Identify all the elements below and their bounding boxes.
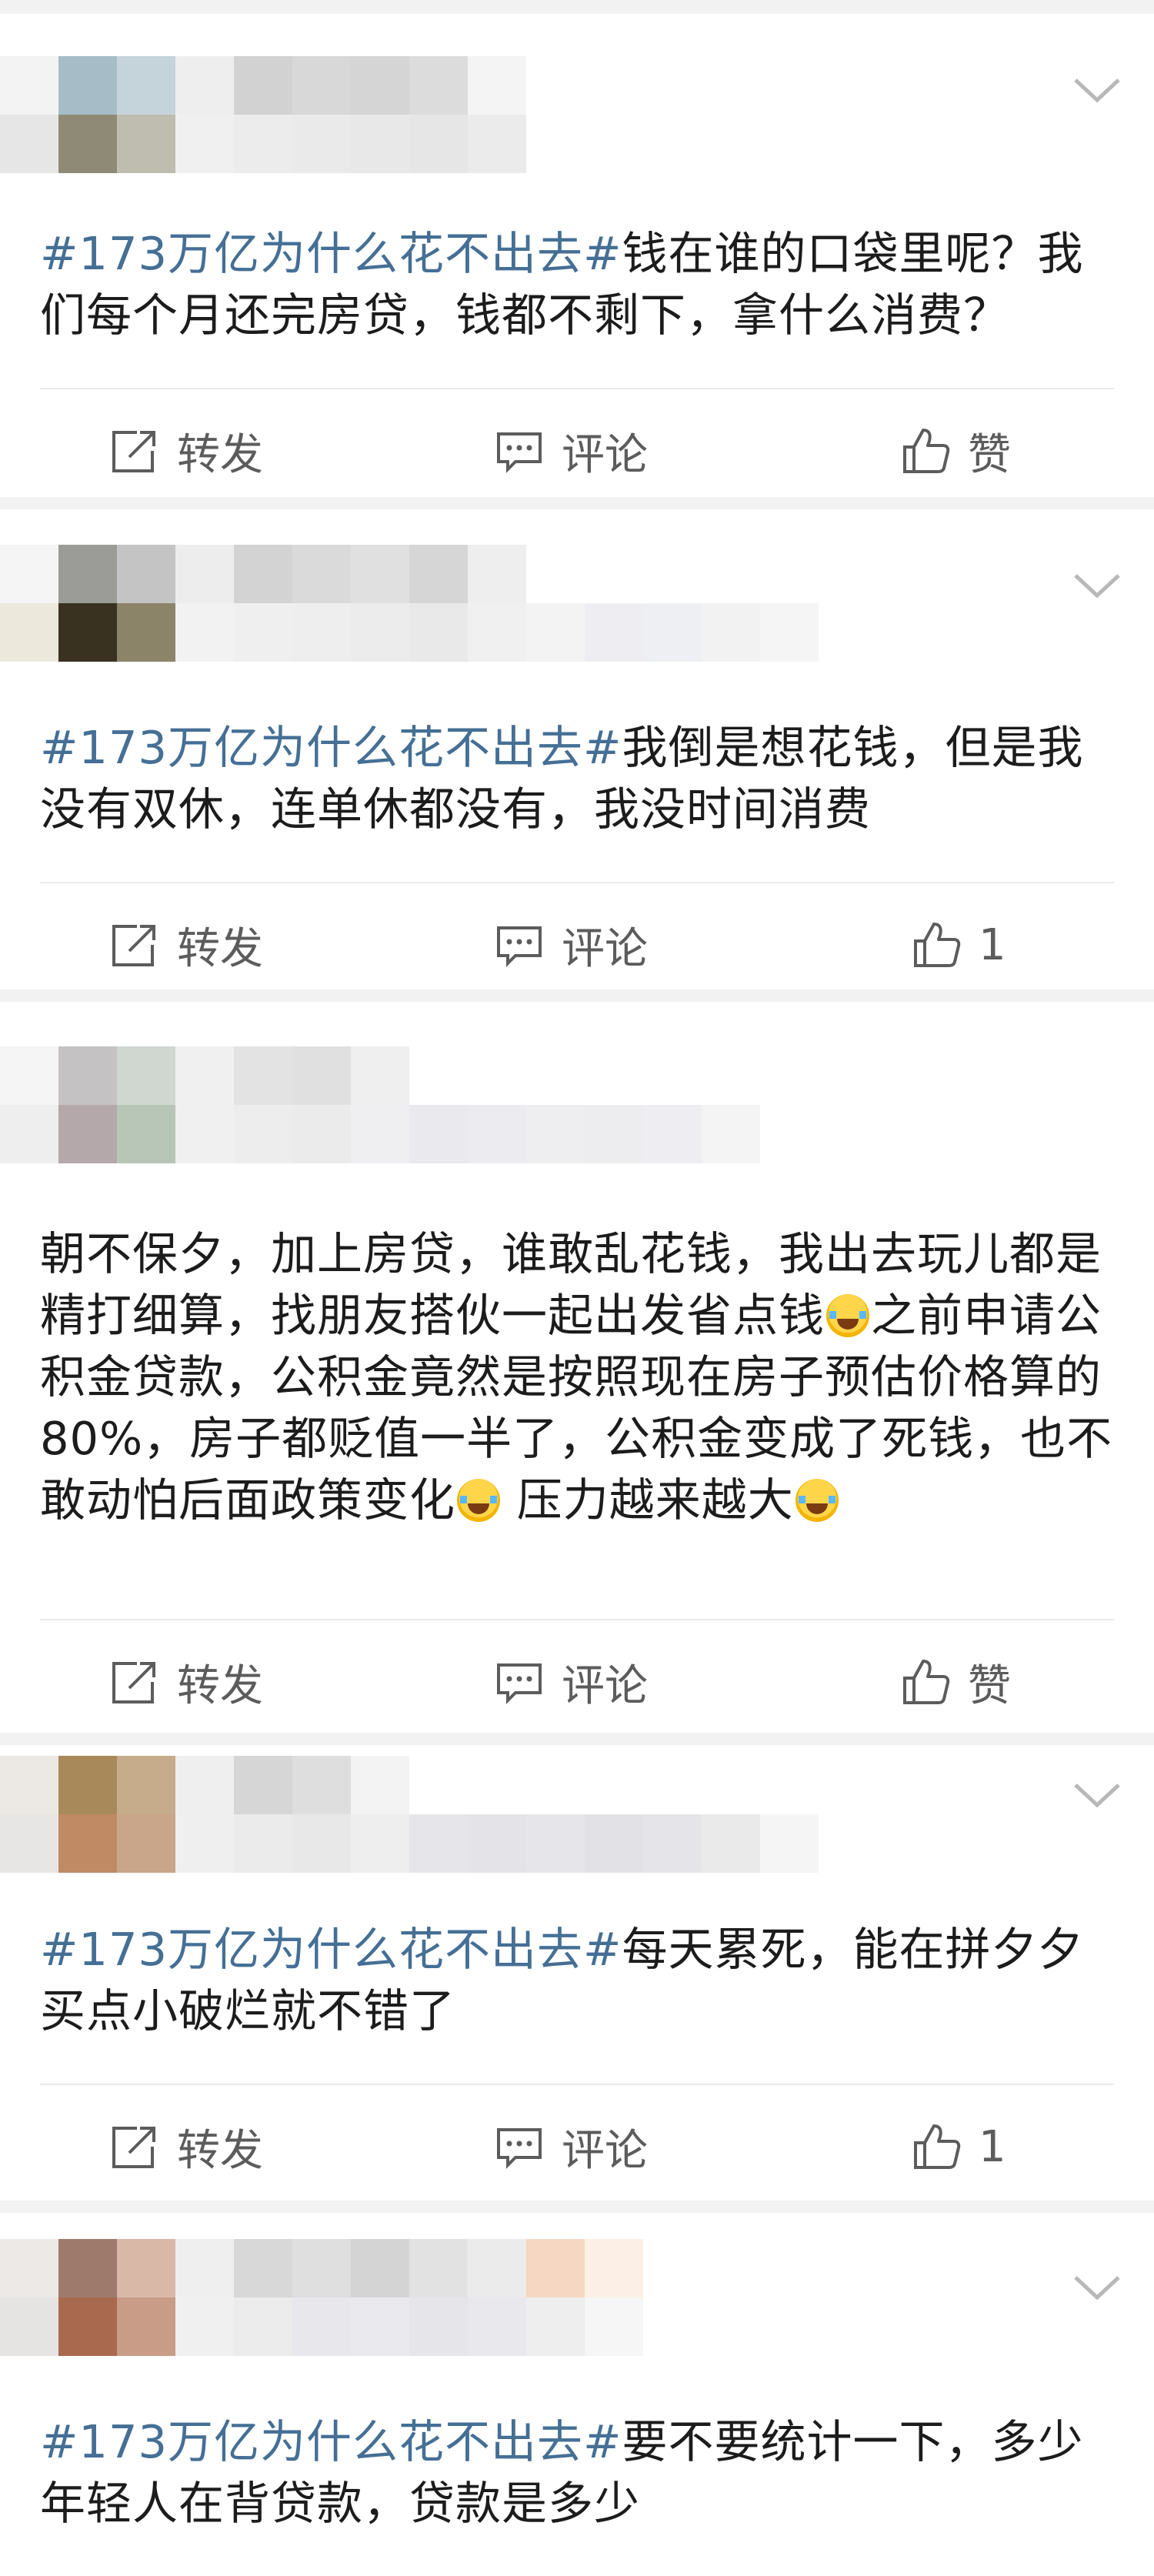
comment-button[interactable]: 评论 [494, 2085, 648, 2201]
repost-icon [109, 1659, 160, 1705]
comment-button[interactable]: 评论 [494, 1620, 648, 1733]
comment-button[interactable]: 评论 [494, 389, 648, 497]
avatar-and-username-pixelated [0, 2239, 643, 2356]
like-button[interactable]: 1 [911, 883, 1006, 989]
like-button[interactable]: 1 [911, 2085, 1006, 2201]
post-body-ending: 压力越来越大 [502, 1473, 794, 1527]
repost-button[interactable]: 转发 [109, 883, 263, 989]
action-bar: 转发 评论 赞 [0, 389, 1154, 497]
like-icon [900, 427, 951, 475]
topic-link[interactable]: #173万亿为什么花不出去# [40, 2415, 622, 2468]
like-icon [900, 1658, 951, 1706]
comment-button[interactable]: 评论 [494, 883, 648, 989]
comment-label: 评论 [562, 1660, 648, 1711]
post-text: #173万亿为什么花不出去#每天累死，能在拼夕夕买点小破烂就不错了 [40, 1919, 1117, 2042]
repost-label: 转发 [177, 429, 263, 480]
topic-link[interactable]: #173万亿为什么花不出去# [40, 227, 622, 280]
like-label: 赞 [968, 429, 1011, 480]
repost-label: 转发 [177, 2125, 263, 2176]
repost-label: 转发 [177, 1660, 263, 1711]
chevron-down-icon[interactable] [1072, 2273, 1122, 2304]
like-count: 1 [979, 2121, 1006, 2172]
post-text: #173万亿为什么花不出去#钱在谁的口袋里呢？我们每个月还完房贷，钱都不剩下，拿… [40, 223, 1117, 346]
comment-icon [494, 922, 545, 968]
repost-button[interactable]: 转发 [109, 2085, 263, 2201]
action-bar: 转发 评论 1 [0, 883, 1154, 989]
repost-button[interactable]: 转发 [109, 1620, 263, 1733]
topic-link[interactable]: #173万亿为什么花不出去# [40, 721, 622, 774]
post-text: 朝不保夕，加上房贷，谁敢乱花钱，我出去玩儿都是精打细算，找朋友搭伙一起出发省点钱… [40, 1223, 1117, 1531]
comment-feed: #173万亿为什么花不出去#钱在谁的口袋里呢？我们每个月还完房贷，钱都不剩下，拿… [0, 0, 1154, 2576]
comment-label: 评论 [562, 923, 648, 974]
repost-icon [109, 922, 160, 968]
chevron-down-icon[interactable] [1072, 1780, 1122, 1811]
avatar-and-username-pixelated [0, 56, 526, 173]
like-button[interactable]: 赞 [900, 389, 1011, 497]
comment-label: 评论 [562, 2125, 648, 2176]
chevron-down-icon[interactable] [1072, 571, 1122, 602]
like-count: 1 [979, 919, 1006, 970]
avatar-and-username-pixelated [0, 1046, 760, 1163]
post-card: #173万亿为什么花不出去#要不要统计一下，多少年轻人在背贷款，贷款是多少 [0, 2213, 1154, 2576]
comment-label: 评论 [562, 429, 648, 480]
chevron-down-icon[interactable] [1072, 75, 1122, 106]
repost-label: 转发 [177, 923, 263, 974]
comment-icon [494, 1659, 545, 1705]
post-card: #173万亿为什么花不出去#每天累死，能在拼夕夕买点小破烂就不错了 转发 评论 … [0, 1745, 1154, 2201]
action-bar: 转发 评论 赞 [0, 1620, 1154, 1733]
post-text: #173万亿为什么花不出去#要不要统计一下，多少年轻人在背贷款，贷款是多少 [40, 2411, 1117, 2534]
laughing-crying-emoji-icon [826, 1294, 870, 1337]
post-card: #173万亿为什么花不出去#钱在谁的口袋里呢？我们每个月还完房贷，钱都不剩下，拿… [0, 14, 1154, 497]
repost-icon [109, 2124, 160, 2170]
repost-icon [109, 428, 160, 474]
like-label: 赞 [968, 1660, 1011, 1711]
comment-icon [494, 428, 545, 474]
like-button[interactable]: 赞 [900, 1620, 1011, 1733]
post-card: #173万亿为什么花不出去#我倒是想花钱，但是我没有双休，连单休都没有，我没时间… [0, 509, 1154, 989]
topic-link[interactable]: #173万亿为什么花不出去# [40, 1923, 622, 1976]
post-text: #173万亿为什么花不出去#我倒是想花钱，但是我没有双休，连单休都没有，我没时间… [40, 717, 1117, 840]
repost-button[interactable]: 转发 [109, 389, 263, 497]
avatar-and-username-pixelated [0, 545, 819, 662]
post-card: 朝不保夕，加上房贷，谁敢乱花钱，我出去玩儿都是精打细算，找朋友搭伙一起出发省点钱… [0, 1002, 1154, 1733]
laughing-crying-emoji-icon [795, 1479, 839, 1522]
avatar-and-username-pixelated [0, 1756, 819, 1873]
laughing-crying-emoji-icon [457, 1479, 501, 1522]
comment-icon [494, 2124, 545, 2170]
like-icon [911, 921, 962, 969]
like-icon [911, 2123, 962, 2171]
action-bar: 转发 评论 1 [0, 2085, 1154, 2201]
